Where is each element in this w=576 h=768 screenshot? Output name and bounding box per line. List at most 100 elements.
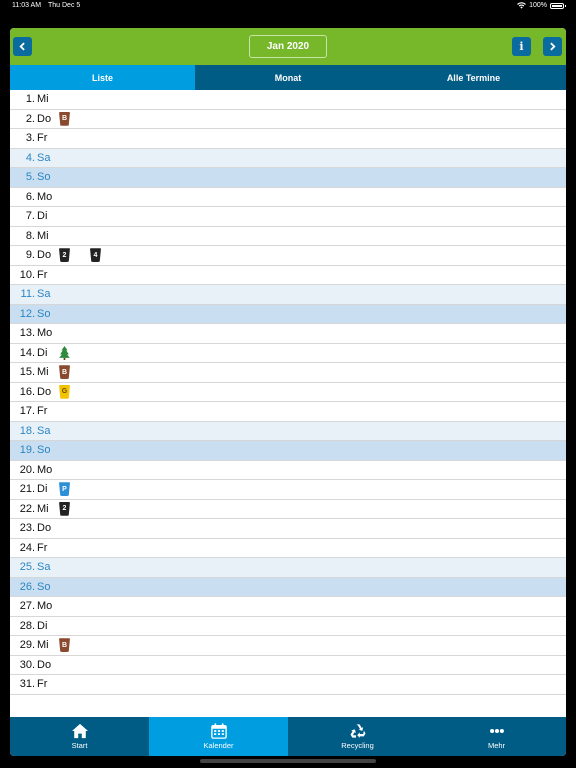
weekday-label: Sa [37, 151, 51, 164]
nav-start[interactable]: Start [10, 717, 149, 756]
tab-alle-termine[interactable]: Alle Termine [381, 65, 566, 90]
weekday-label: Mi [37, 502, 49, 515]
day-row[interactable]: 29. Mi B [10, 636, 566, 656]
day-row[interactable]: 12. So [10, 304, 566, 324]
day-row[interactable]: 14. Di [10, 344, 566, 363]
brown-bin-icon[interactable]: B [59, 111, 70, 126]
weekday-label: Mo [37, 600, 53, 613]
home-indicator[interactable] [200, 759, 376, 763]
blue-bin-icon[interactable]: P [59, 482, 70, 497]
home-icon [71, 723, 88, 739]
black-bin-icon[interactable]: 2 [59, 501, 70, 516]
day-number: 6. [25, 190, 35, 203]
yellow-bin-icon[interactable]: G [59, 384, 70, 399]
day-row[interactable]: 31. Fr [10, 675, 566, 695]
day-row[interactable]: 18. Sa [10, 421, 566, 441]
day-row[interactable]: 26. So [10, 577, 566, 597]
weekday-label: Di [37, 210, 48, 223]
month-selector-button[interactable]: Jan 2020 [249, 35, 327, 58]
bin-letter: 2 [62, 251, 67, 259]
day-row[interactable]: 7. Di [10, 207, 566, 227]
day-number: 10. [19, 268, 35, 281]
weekday-label: Do [37, 112, 52, 125]
day-number: 25. [19, 561, 35, 574]
day-row[interactable]: 27. Mo [10, 597, 566, 617]
calendar-icon [210, 723, 227, 739]
christmas-tree-icon[interactable] [59, 345, 70, 360]
weekday-label: Mo [37, 463, 53, 476]
brown-bin-icon[interactable]: B [59, 365, 70, 380]
battery-icon [550, 2, 566, 9]
day-row[interactable]: 23. Do [10, 519, 566, 539]
day-row[interactable]: 10. Fr [10, 266, 566, 285]
day-number: 20. [19, 463, 35, 476]
status-time: 11:03 AM [12, 2, 42, 9]
day-row[interactable]: 30. Do [10, 656, 566, 675]
day-row[interactable]: 22. Mi 2 [10, 500, 566, 519]
nav-recycling-label: Recycling [341, 741, 374, 750]
next-month-button[interactable] [543, 37, 562, 56]
weekday-label: Fr [37, 405, 48, 418]
day-number: 30. [19, 658, 35, 671]
day-row[interactable]: 15. Mi B [10, 363, 566, 383]
bin-letter: 4 [93, 251, 98, 259]
day-number: 19. [19, 444, 35, 457]
weekday-label: Di [37, 619, 48, 632]
day-row[interactable]: 5. So [10, 168, 566, 188]
day-row[interactable]: 24. Fr [10, 539, 566, 558]
previous-month-button[interactable] [13, 37, 32, 56]
day-row[interactable]: 25. Sa [10, 558, 566, 578]
weekday-label: So [37, 580, 51, 593]
day-row[interactable]: 11. Sa [10, 285, 566, 305]
day-number: 24. [19, 541, 35, 554]
wifi-icon [517, 2, 526, 9]
weekday-label: So [37, 444, 51, 457]
battery-percent: 100% [529, 2, 547, 9]
nav-start-label: Start [71, 741, 88, 750]
black-bin-icon[interactable]: 2 [59, 248, 70, 263]
brown-bin-icon[interactable]: B [59, 638, 70, 653]
nav-kalender[interactable]: Kalender [149, 717, 288, 756]
day-row[interactable]: 16. Do G [10, 383, 566, 402]
black-bin-icon[interactable]: 4 [90, 248, 101, 263]
collection-icons: G [59, 384, 90, 399]
tab-liste[interactable]: Liste [10, 65, 195, 90]
tab-monat[interactable]: Monat [195, 65, 381, 90]
weekday-label: Do [37, 385, 52, 398]
day-row[interactable]: 1. Mi [10, 90, 566, 110]
nav-kalender-label: Kalender [203, 741, 234, 750]
day-row[interactable]: 4. Sa [10, 148, 566, 168]
bin-letter: G [61, 388, 68, 396]
day-number: 23. [19, 522, 35, 535]
day-number: 28. [19, 619, 35, 632]
day-number: 8. [25, 229, 35, 242]
day-row[interactable]: 13. Mo [10, 324, 566, 344]
day-number: 16. [19, 385, 35, 398]
collection-icons: 2 [59, 501, 90, 516]
day-number: 17. [19, 405, 35, 418]
info-button[interactable]: i [512, 37, 531, 56]
nav-recycling[interactable]: Recycling [288, 717, 427, 756]
day-number: 11. [20, 288, 35, 301]
nav-mehr[interactable]: Mehr [427, 717, 566, 756]
day-row[interactable]: 19. So [10, 441, 566, 461]
day-number: 13. [19, 327, 35, 340]
status-right: 100% [517, 2, 566, 9]
day-row[interactable]: 21. Di P [10, 480, 566, 500]
weekday-label: Mi [37, 639, 49, 652]
weekday-label: Do [37, 658, 52, 671]
day-row[interactable]: 28. Di [10, 617, 566, 636]
bin-letter: 2 [62, 505, 67, 513]
day-number: 9. [25, 249, 35, 262]
day-row[interactable]: 8. Mi [10, 227, 566, 246]
day-row[interactable]: 9. Do 2 4 [10, 246, 566, 266]
weekday-label: Fr [37, 678, 48, 691]
day-row[interactable]: 20. Mo [10, 461, 566, 480]
day-row[interactable]: 17. Fr [10, 402, 566, 422]
weekday-label: Do [37, 249, 52, 262]
day-row[interactable]: 3. Fr [10, 129, 566, 149]
weekday-label: Fr [37, 132, 48, 145]
chevron-right-icon [550, 42, 556, 51]
day-row[interactable]: 6. Mo [10, 188, 566, 207]
day-row[interactable]: 2. Do B [10, 110, 566, 129]
